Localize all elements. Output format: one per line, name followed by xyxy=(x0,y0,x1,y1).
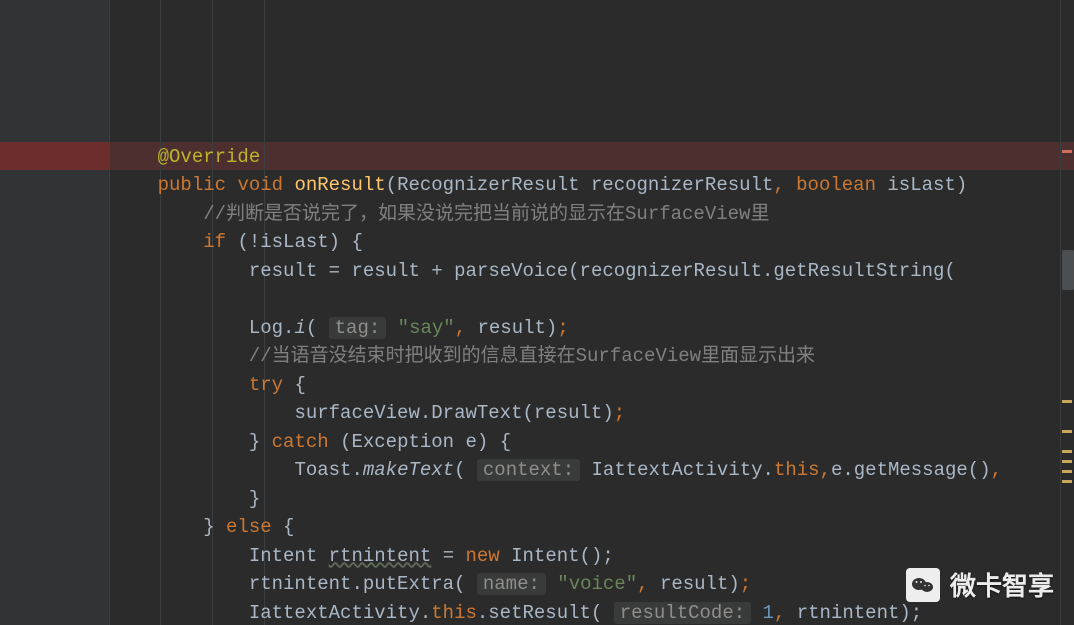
watermark: 微卡智享 xyxy=(906,566,1054,603)
annotation: @Override xyxy=(158,146,261,168)
code-editor[interactable]: @Override public void onResult(Recognize… xyxy=(0,0,1074,625)
watermark-text: 微卡智享 xyxy=(950,566,1054,603)
param-hint-context: context: xyxy=(477,459,580,481)
param-hint-name: name: xyxy=(477,573,546,595)
param-hint-resultcode: resultCode: xyxy=(614,602,751,624)
wechat-icon xyxy=(906,568,940,602)
param-hint-tag: tag: xyxy=(329,317,387,339)
gutter xyxy=(0,0,110,625)
code-content: @Override public void onResult(Recognize… xyxy=(112,143,1074,625)
code-area[interactable]: @Override public void onResult(Recognize… xyxy=(110,0,1074,625)
